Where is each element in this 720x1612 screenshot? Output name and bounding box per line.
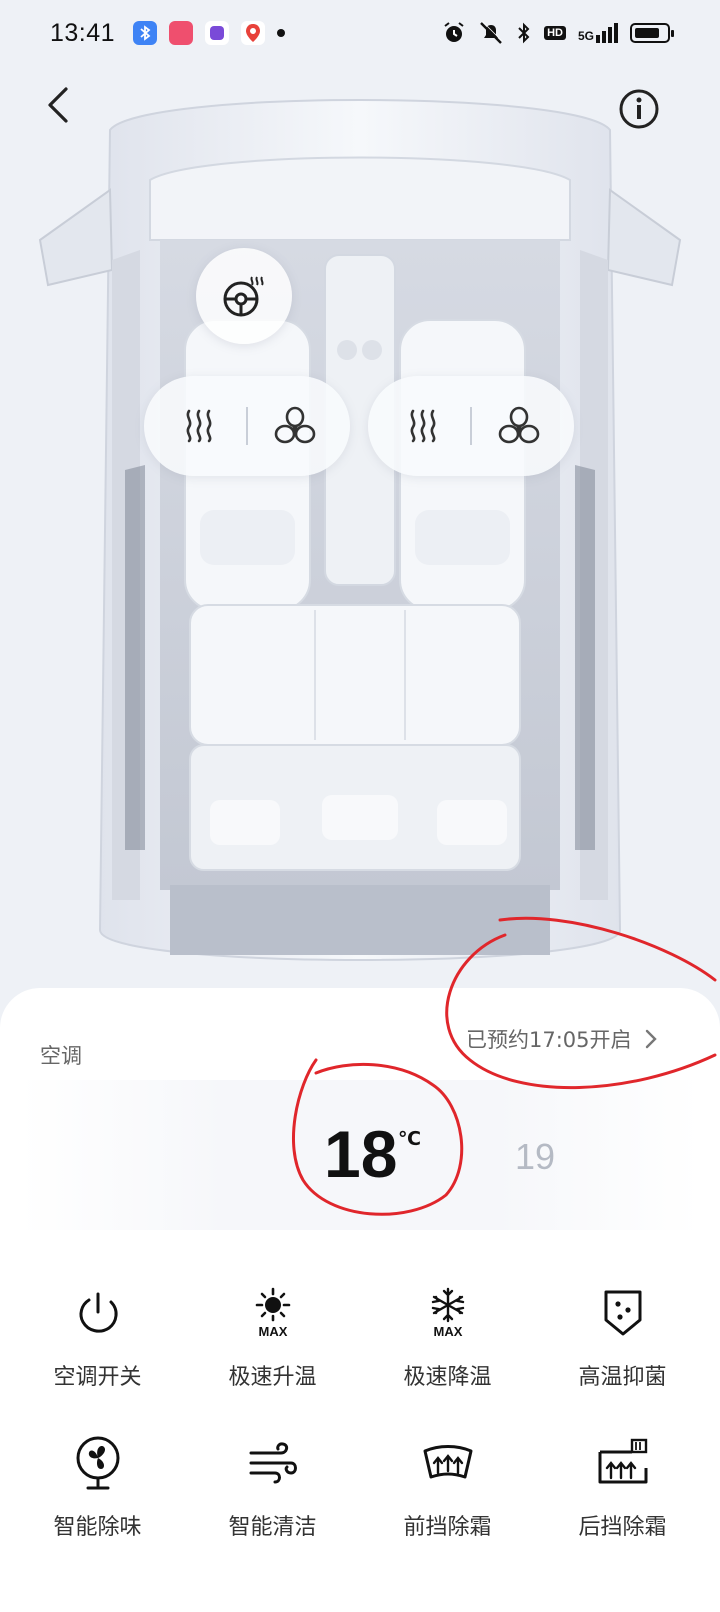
function-label: 极速降温: [403, 1365, 492, 1390]
seat-heat-icon: [186, 409, 212, 443]
svg-text:MAX: MAX: [433, 1324, 462, 1339]
svg-text:MAX: MAX: [258, 1324, 287, 1339]
steering-wheel-heat-button[interactable]: [196, 248, 292, 344]
next-temperature-option[interactable]: 19: [515, 1136, 555, 1178]
bluetooth-icon: [518, 22, 530, 44]
seat-fan-icon: [275, 406, 316, 444]
function-label: 智能清洁: [228, 1515, 317, 1540]
chat-app-icon: [205, 21, 230, 45]
driver-seat-heat-button[interactable]: [173, 400, 225, 452]
bluetooth-app-icon: [133, 21, 158, 45]
smart-deodorize-button[interactable]: 智能除味: [10, 1435, 185, 1541]
notification-icons: [133, 21, 286, 45]
passenger-seat-heat-button[interactable]: [397, 400, 449, 452]
sun-max-icon: MAX: [245, 1285, 301, 1341]
driver-seat-control: [144, 376, 350, 476]
current-temperature: 18: [324, 1117, 398, 1191]
status-bar: 13:41 HD 5G: [0, 0, 720, 66]
function-label: 前挡除霜: [403, 1515, 492, 1540]
rear-defrost-icon: [595, 1435, 651, 1491]
more-notifications-dot: [277, 29, 286, 37]
seat-fan-icon: [499, 406, 540, 444]
schedule-link[interactable]: 已预约17:05开启: [466, 1024, 658, 1054]
shield-sterilize-icon: [595, 1285, 651, 1341]
alarm-icon: [444, 22, 464, 42]
ac-power-button[interactable]: 空调开关: [10, 1285, 185, 1391]
cellular-signal-icon: 5G: [578, 23, 618, 43]
steering-wheel-heat-icon: [223, 276, 264, 317]
system-status: HD 5G: [442, 21, 674, 45]
front-defrost-button[interactable]: 前挡除霜: [360, 1435, 535, 1541]
fan-icon: [70, 1435, 126, 1491]
battery-icon: [630, 23, 674, 43]
seat-control-divider: [245, 407, 248, 445]
rapid-cool-button[interactable]: MAX 极速降温: [360, 1285, 535, 1391]
map-app-icon: [241, 21, 266, 45]
temperature-unit: ℃: [398, 1128, 422, 1150]
function-label: 高温抑菌: [578, 1365, 667, 1390]
schedule-text: 已预约17:05开启: [466, 1028, 632, 1052]
status-time: 13:41: [50, 18, 116, 47]
front-defrost-icon: [420, 1435, 476, 1491]
function-label: 空调开关: [53, 1365, 142, 1390]
function-label: 智能除味: [53, 1515, 142, 1540]
hd-badge: HD: [544, 26, 566, 40]
seat-heat-icon: [410, 409, 436, 443]
snowflake-max-icon: MAX: [420, 1285, 476, 1341]
mute-icon: [480, 21, 503, 44]
network-type: 5G: [577, 29, 594, 43]
passenger-seat-control: [368, 376, 574, 476]
wind-icon: [245, 1435, 301, 1491]
driver-seat-ventilation-button[interactable]: [269, 400, 321, 452]
function-label: 后挡除霜: [578, 1515, 667, 1540]
seat-control-divider: [469, 407, 472, 445]
high-temp-sterilize-button[interactable]: 高温抑菌: [535, 1285, 710, 1391]
smart-clean-button[interactable]: 智能清洁: [185, 1435, 360, 1541]
chevron-right-icon: [645, 1029, 657, 1049]
social-app-icon: [169, 21, 194, 45]
power-icon: [70, 1285, 126, 1341]
car-illustration: [0, 70, 720, 1000]
section-title: 空调: [40, 1044, 82, 1068]
function-label: 极速升温: [228, 1365, 317, 1390]
rear-defrost-button[interactable]: 后挡除霜: [535, 1435, 710, 1541]
rapid-heat-button[interactable]: MAX 极速升温: [185, 1285, 360, 1391]
passenger-seat-ventilation-button[interactable]: [493, 400, 545, 452]
